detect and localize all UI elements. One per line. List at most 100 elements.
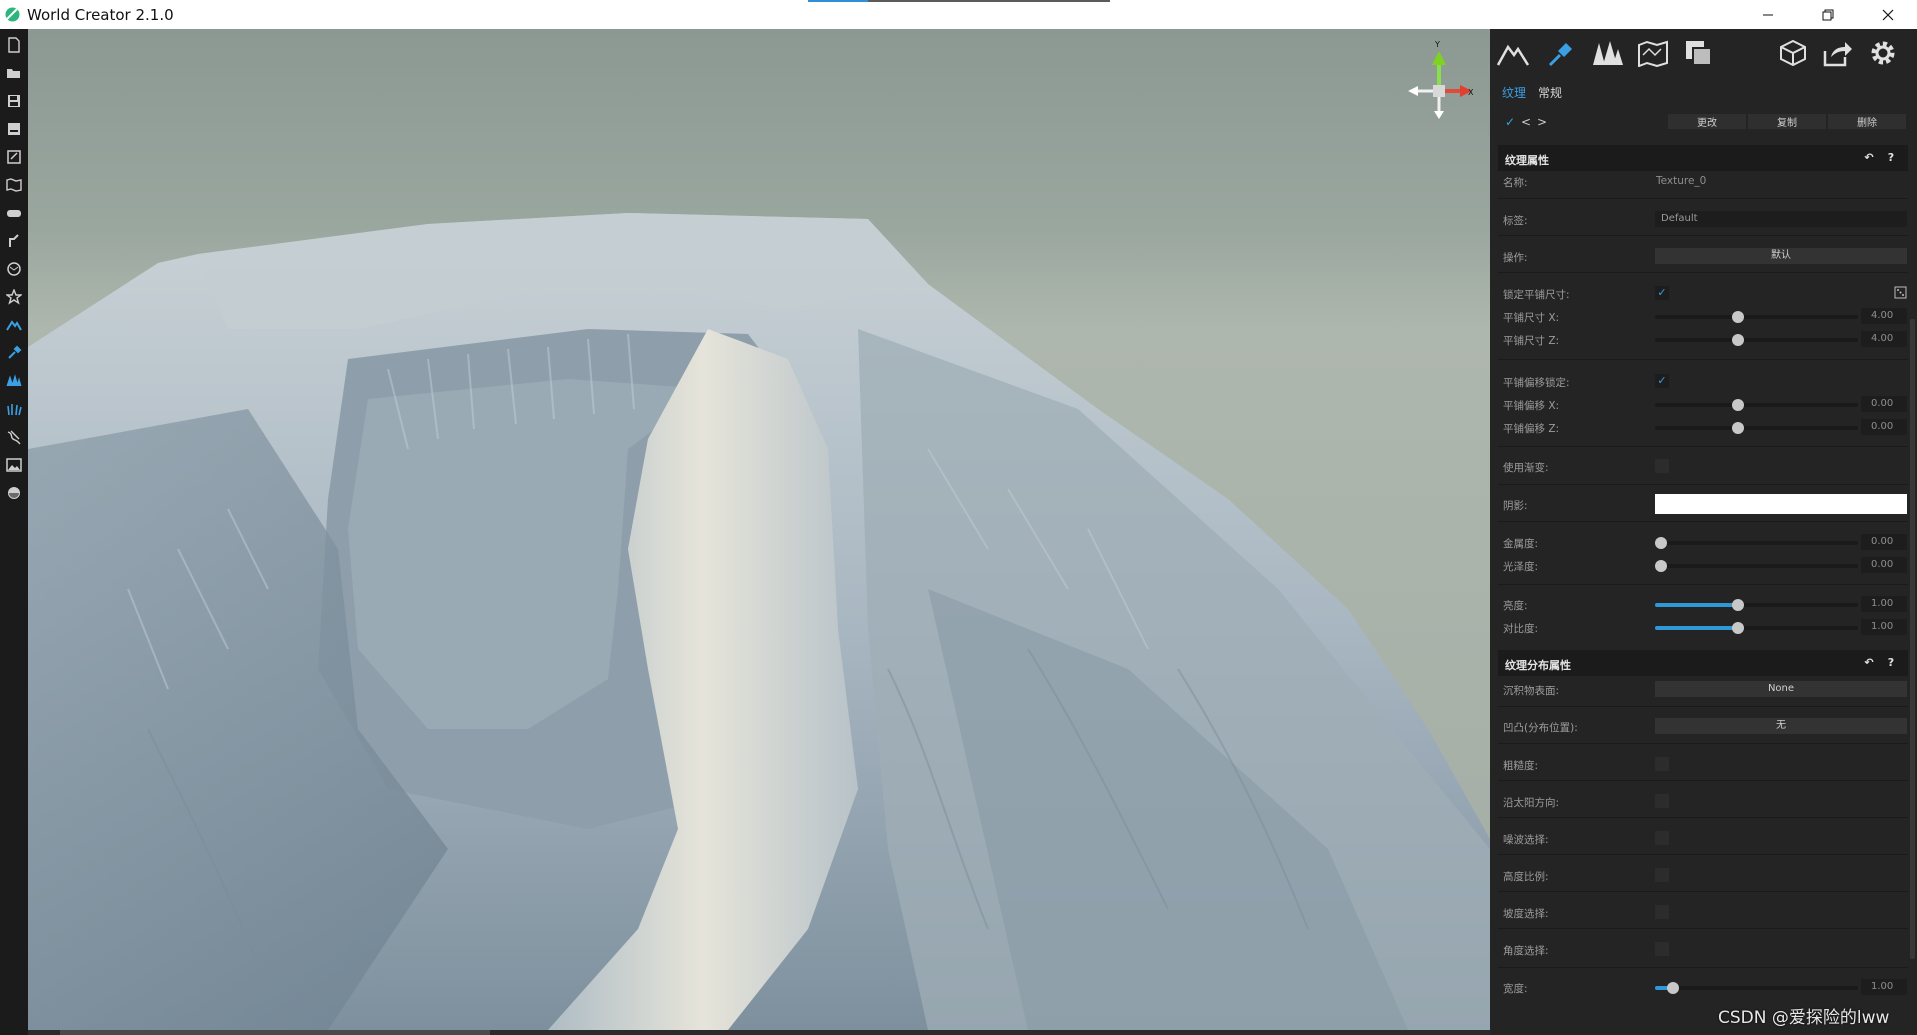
texture-brush-icon[interactable]	[1542, 35, 1580, 71]
minimize-button[interactable]	[1740, 0, 1796, 29]
width-value[interactable]: 1.00	[1861, 979, 1907, 995]
brightness-value[interactable]: 1.00	[1861, 596, 1907, 612]
sediment-dropdown[interactable]: None	[1655, 681, 1907, 697]
lock-tile-label: 锁定平铺尺寸:	[1503, 289, 1570, 301]
slope-checkbox[interactable]	[1655, 905, 1669, 919]
next-texture-button[interactable]: >	[1534, 112, 1550, 132]
gradient-checkbox[interactable]	[1655, 459, 1669, 473]
save-icon[interactable]	[3, 90, 25, 112]
roughness-row: 粗糙度:	[1502, 754, 1906, 776]
tile-x-value[interactable]: 4.00	[1861, 308, 1907, 324]
cube-icon[interactable]	[1774, 35, 1812, 71]
noise-checkbox[interactable]	[1655, 831, 1669, 845]
offset-x-value[interactable]: 0.00	[1861, 396, 1907, 412]
offset-x-slider[interactable]	[1655, 399, 1858, 411]
lock-offset-checkbox[interactable]: ✓	[1655, 374, 1669, 388]
tile-z-value[interactable]: 4.00	[1861, 331, 1907, 347]
metal-value[interactable]: 0.00	[1861, 534, 1907, 550]
properties-panel: 纹理 常规 ✓ < > 更改 复制 删除 纹理属性 ↶ ? 名称: Textur…	[1490, 29, 1917, 1035]
tile-x-label: 平铺尺寸 X:	[1503, 312, 1560, 324]
angle-row: 角度选择:	[1502, 939, 1906, 961]
offset-z-value[interactable]: 0.00	[1861, 419, 1907, 435]
star-icon[interactable]	[3, 286, 25, 308]
gamepad-icon[interactable]	[3, 202, 25, 224]
close-button[interactable]	[1860, 0, 1916, 29]
delete-button[interactable]: 删除	[1828, 114, 1906, 129]
reset-icon[interactable]: ↶	[1862, 655, 1876, 669]
map-icon[interactable]	[3, 174, 25, 196]
layers-icon[interactable]	[1680, 35, 1718, 71]
axis-gizmo[interactable]: Y X	[1402, 39, 1476, 121]
prev-texture-button[interactable]: <	[1518, 112, 1534, 132]
bump-dropdown[interactable]: 无	[1655, 718, 1907, 734]
globe-icon[interactable]	[3, 258, 25, 280]
tag-field[interactable]: Default	[1655, 211, 1907, 227]
gloss-slider[interactable]	[1655, 560, 1858, 572]
viewport-scrollbar[interactable]	[28, 1030, 1490, 1035]
offset-z-slider[interactable]	[1655, 422, 1858, 434]
reset-icon[interactable]: ↶	[1862, 150, 1876, 164]
gloss-value[interactable]: 0.00	[1861, 557, 1907, 573]
mountain-icon[interactable]	[3, 314, 25, 336]
tile-x-slider[interactable]	[1655, 311, 1858, 323]
loading-progress-bar	[808, 0, 1110, 2]
paint-brush-icon[interactable]	[3, 342, 25, 364]
angle-checkbox[interactable]	[1655, 942, 1669, 956]
lock-tile-checkbox[interactable]: ✓	[1655, 286, 1669, 300]
image-icon[interactable]	[3, 454, 25, 476]
operation-row: 操作: 默认	[1502, 246, 1907, 268]
randomize-icon[interactable]	[1894, 286, 1907, 299]
map-icon[interactable]	[1634, 35, 1672, 71]
tile-z-label: 平铺尺寸 Z:	[1503, 335, 1560, 347]
lock-offset-row: 平铺偏移锁定: ✓	[1502, 371, 1906, 393]
tile-z-slider[interactable]	[1655, 334, 1858, 346]
help-icon[interactable]: ?	[1884, 655, 1898, 669]
sediment-row: 沉积物表面: None	[1502, 679, 1907, 701]
maximize-button[interactable]	[1800, 0, 1856, 29]
width-slider[interactable]	[1655, 982, 1858, 994]
settings-icon[interactable]	[1864, 35, 1902, 71]
name-row: 名称: Texture_0	[1502, 171, 1906, 193]
open-folder-icon[interactable]	[3, 62, 25, 84]
texture-properties-header: 纹理属性 ↶ ?	[1498, 145, 1908, 171]
enable-check[interactable]: ✓	[1502, 112, 1518, 132]
shadow-color-swatch[interactable]	[1655, 494, 1907, 514]
terrain-render	[28, 213, 1490, 1030]
sun-direction-checkbox[interactable]	[1655, 794, 1669, 808]
tab-general[interactable]: 常规	[1538, 84, 1562, 101]
brightness-slider[interactable]	[1655, 599, 1858, 611]
new-file-icon[interactable]	[3, 34, 25, 56]
brush-tool-icon[interactable]	[3, 230, 25, 252]
sphere-icon[interactable]	[3, 482, 25, 504]
trees-icon[interactable]	[1588, 35, 1626, 71]
river-icon[interactable]	[3, 426, 25, 448]
panel-scrollbar[interactable]	[1910, 319, 1915, 959]
height-ratio-row: 高度比例:	[1502, 865, 1906, 887]
contrast-label: 对比度:	[1503, 623, 1539, 635]
tab-texture[interactable]: 纹理	[1502, 84, 1526, 101]
tree-icon[interactable]	[3, 370, 25, 392]
texture-toolbar: ✓ < > 更改 复制 删除	[1502, 112, 1908, 134]
name-value: Texture_0	[1656, 175, 1707, 187]
height-ratio-checkbox[interactable]	[1655, 868, 1669, 882]
angle-label: 角度选择:	[1503, 945, 1549, 957]
export-map-icon[interactable]	[3, 146, 25, 168]
contrast-slider[interactable]	[1655, 622, 1858, 634]
terrain-icon[interactable]	[1494, 35, 1532, 71]
metal-slider[interactable]	[1655, 537, 1858, 549]
save-as-icon[interactable]	[3, 118, 25, 140]
terrain-viewport[interactable]: Y X	[28, 29, 1490, 1030]
grass-icon[interactable]	[3, 398, 25, 420]
sun-direction-label: 沿太阳方向:	[1503, 797, 1560, 809]
close-icon	[1882, 9, 1894, 20]
export-icon[interactable]	[1818, 35, 1856, 71]
offset-x-row: 平铺偏移 X: 0.00	[1502, 394, 1907, 416]
copy-button[interactable]: 复制	[1748, 114, 1826, 129]
change-button[interactable]: 更改	[1668, 114, 1746, 129]
width-row: 宽度: 1.00	[1502, 977, 1907, 999]
operation-dropdown[interactable]: 默认	[1655, 248, 1907, 264]
minimize-icon	[1763, 14, 1773, 15]
help-icon[interactable]: ?	[1884, 150, 1898, 164]
contrast-value[interactable]: 1.00	[1861, 619, 1907, 635]
roughness-checkbox[interactable]	[1655, 757, 1669, 771]
